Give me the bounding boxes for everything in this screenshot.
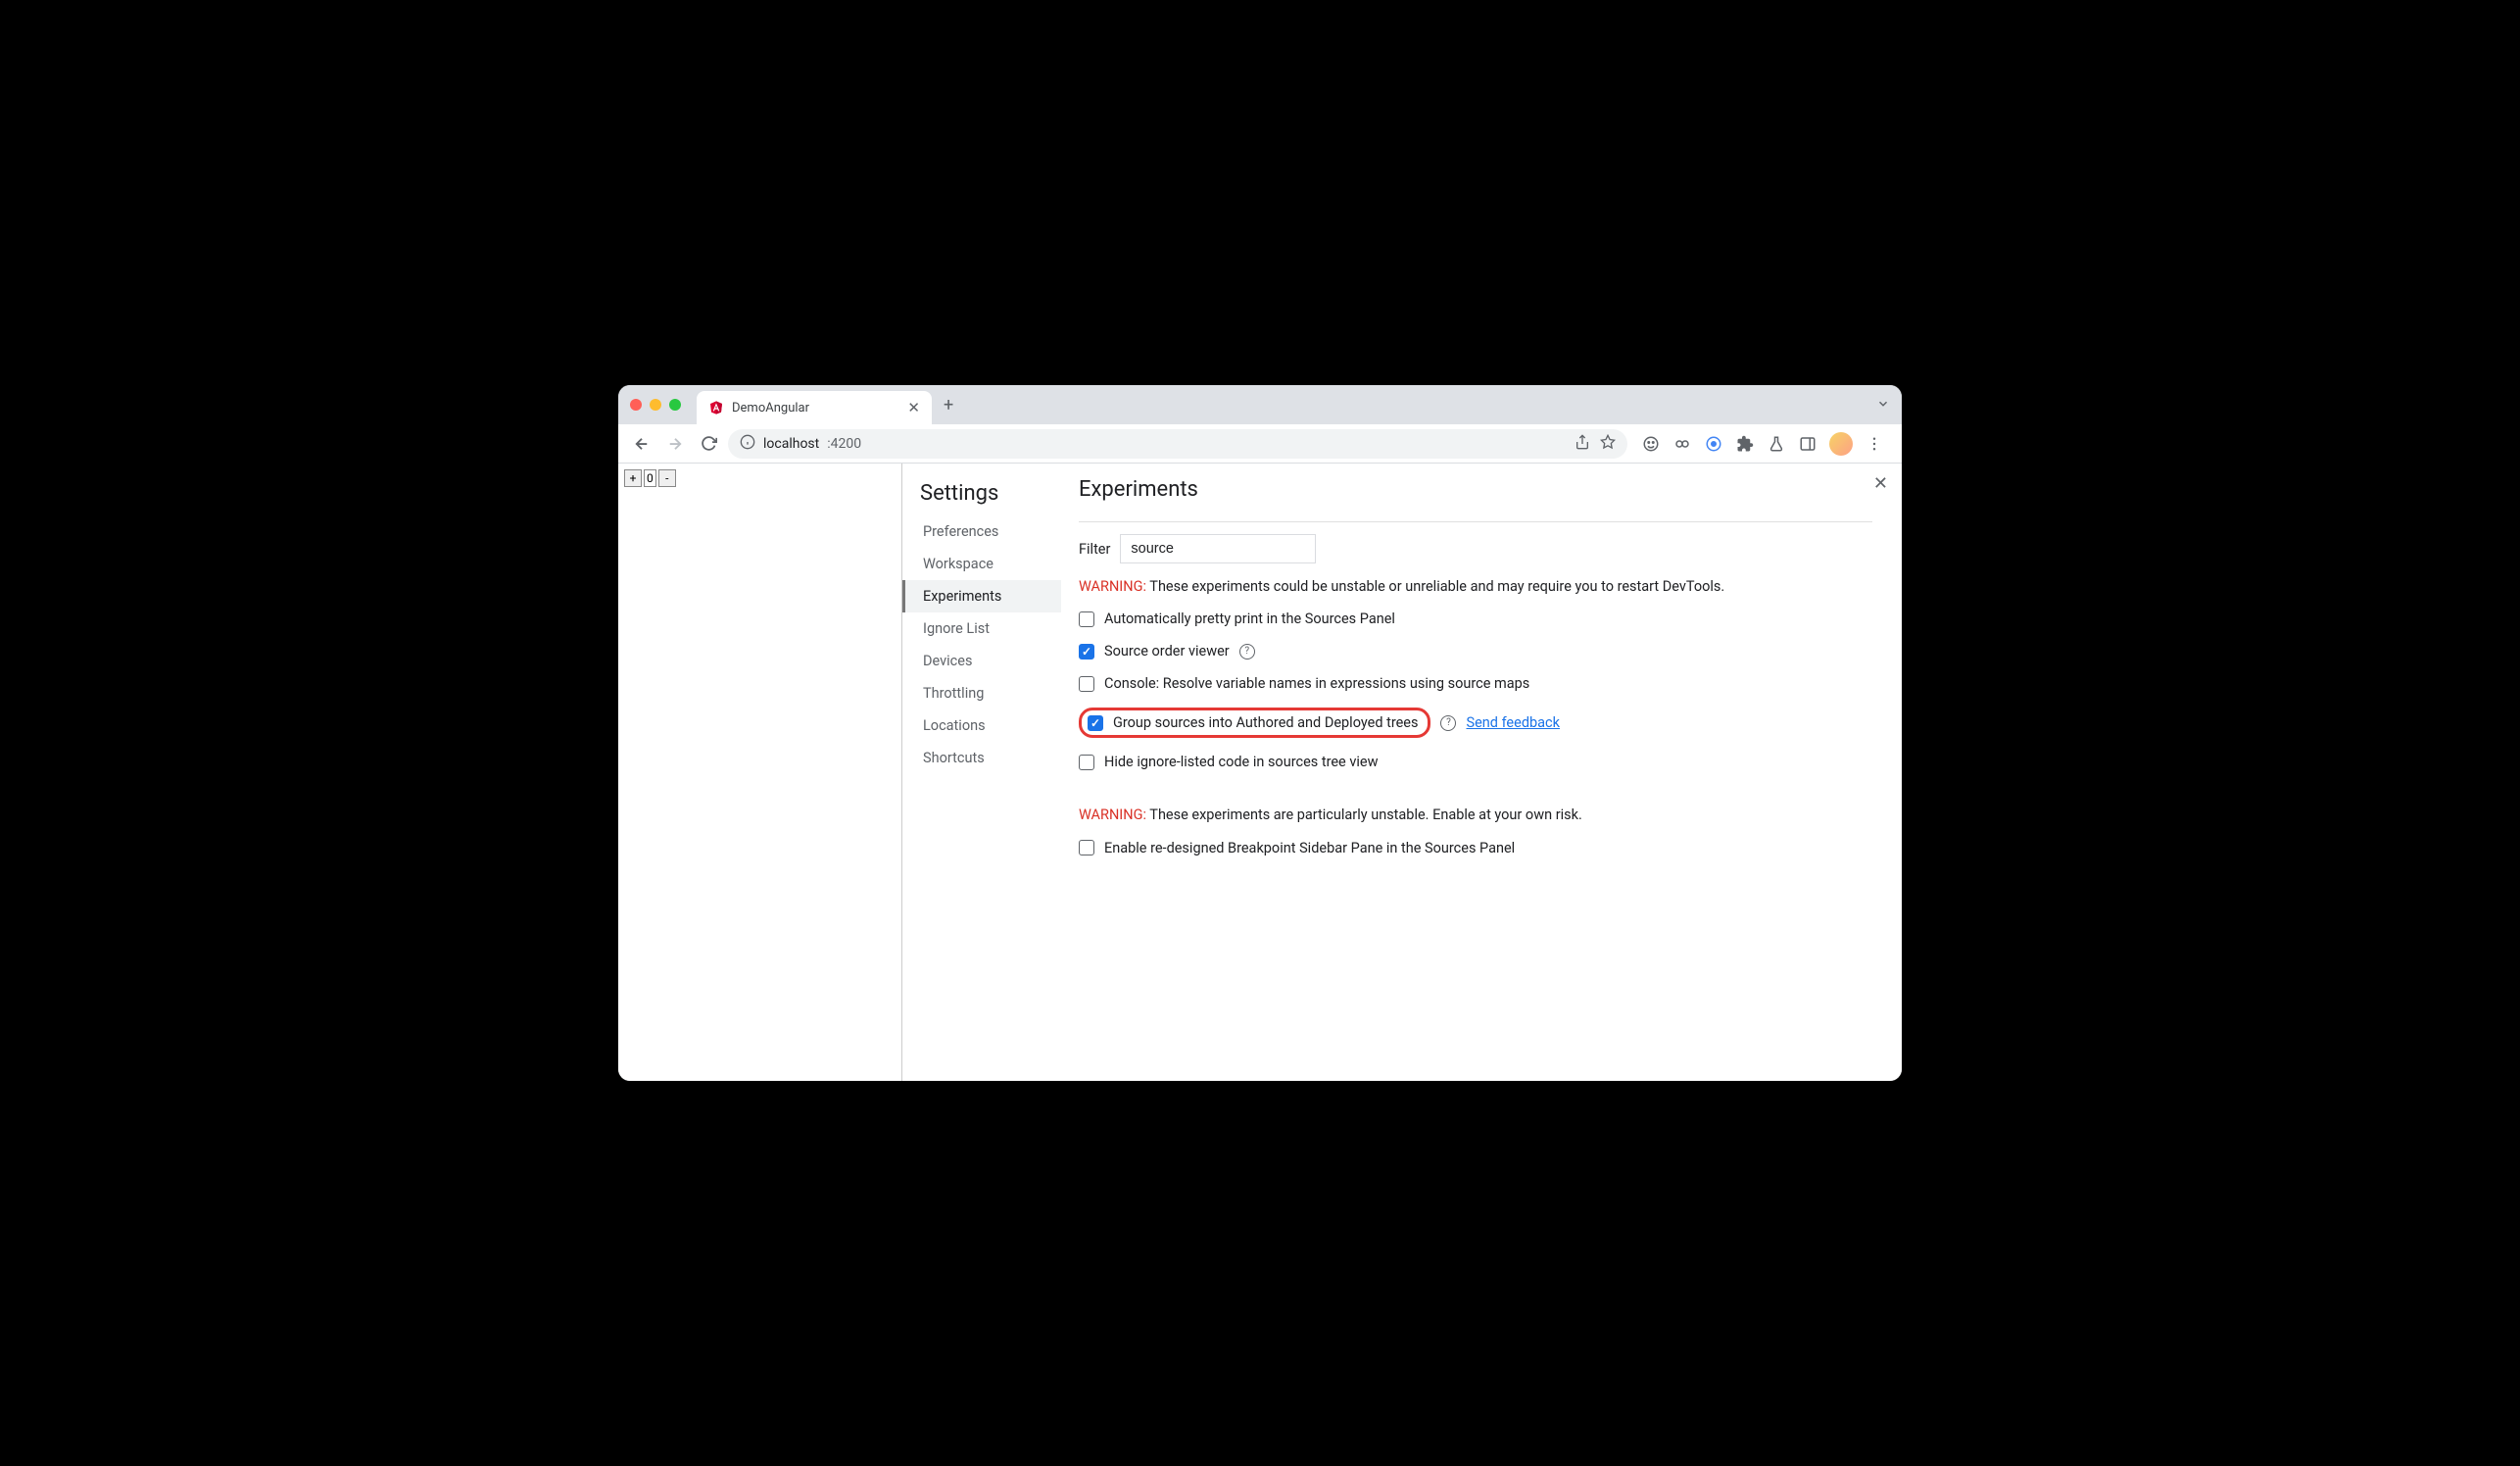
settings-sidebar: Settings Preferences Workspace Experimen… xyxy=(902,464,1061,1081)
url-host: localhost xyxy=(763,436,819,452)
sidebar-item-throttling[interactable]: Throttling xyxy=(902,677,1061,709)
experiment-label: Automatically pretty print in the Source… xyxy=(1104,611,1395,627)
tabs-dropdown-icon[interactable] xyxy=(1876,396,1890,415)
experiment-checkbox[interactable] xyxy=(1088,715,1103,731)
address-bar[interactable]: localhost :4200 xyxy=(728,429,1627,459)
experiment-checkbox[interactable] xyxy=(1079,755,1094,770)
browser-tab[interactable]: DemoAngular ✕ xyxy=(697,391,932,424)
sidebar-item-preferences[interactable]: Preferences xyxy=(902,515,1061,548)
bookmark-icon[interactable] xyxy=(1600,434,1616,454)
sidebar-item-ignore-list[interactable]: Ignore List xyxy=(902,612,1061,645)
sidebar-item-shortcuts[interactable]: Shortcuts xyxy=(902,742,1061,774)
window-controls xyxy=(630,399,681,411)
counter-value: 0 xyxy=(644,469,656,487)
experiment-checkbox[interactable] xyxy=(1079,611,1094,627)
page-content: + 0 - xyxy=(618,464,902,1081)
site-info-icon[interactable] xyxy=(740,434,755,454)
sidebar-item-workspace[interactable]: Workspace xyxy=(902,548,1061,580)
profile-avatar[interactable] xyxy=(1829,432,1853,456)
sidebar-item-locations[interactable]: Locations xyxy=(902,709,1061,742)
experiment-row: Console: Resolve variable names in expre… xyxy=(1079,675,1872,692)
experiment-checkbox[interactable] xyxy=(1079,644,1094,660)
increment-button[interactable]: + xyxy=(624,469,642,487)
extensions-puzzle-icon[interactable] xyxy=(1735,434,1755,454)
filter-label: Filter xyxy=(1079,541,1110,558)
extension-icons xyxy=(1633,432,1892,456)
warning-text-1: WARNING: These experiments could be unst… xyxy=(1079,577,1872,597)
help-icon[interactable]: ? xyxy=(1440,715,1456,731)
experiment-row: Hide ignore-listed code in sources tree … xyxy=(1079,754,1872,770)
experiment-row: Enable re-designed Breakpoint Sidebar Pa… xyxy=(1079,840,1872,856)
experiment-row: Automatically pretty print in the Source… xyxy=(1079,611,1872,627)
experiment-label: Source order viewer xyxy=(1104,643,1230,660)
tab-title: DemoAngular xyxy=(732,401,809,415)
extension-icon-2[interactable] xyxy=(1672,434,1692,454)
kebab-menu-icon[interactable] xyxy=(1865,434,1884,454)
filter-input[interactable] xyxy=(1120,534,1316,563)
sidebar-item-experiments[interactable]: Experiments xyxy=(902,580,1061,612)
send-feedback-link[interactable]: Send feedback xyxy=(1466,714,1559,731)
experiment-row: Source order viewer ? xyxy=(1079,643,1872,660)
devtools-panel: ✕ Settings Preferences Workspace Experim… xyxy=(902,464,1902,1081)
settings-content: Experiments Filter WARNING: These experi… xyxy=(1061,464,1902,1081)
content-area: + 0 - ✕ Settings Preferences Workspace E… xyxy=(618,464,1902,1081)
share-icon[interactable] xyxy=(1575,434,1590,454)
experiment-checkbox[interactable] xyxy=(1079,676,1094,692)
settings-title: Settings xyxy=(902,477,1061,515)
warning-label: WARNING: xyxy=(1079,806,1146,823)
close-window-button[interactable] xyxy=(630,399,642,411)
experiment-label: Console: Resolve variable names in expre… xyxy=(1104,675,1529,692)
experiments-title: Experiments xyxy=(1079,477,1872,502)
minimize-window-button[interactable] xyxy=(650,399,661,411)
maximize-window-button[interactable] xyxy=(669,399,681,411)
new-tab-button[interactable]: + xyxy=(944,395,953,415)
extension-icon-3[interactable] xyxy=(1704,434,1723,454)
warning-text-2: WARNING: These experiments are particula… xyxy=(1079,806,1872,825)
experiment-label: Enable re-designed Breakpoint Sidebar Pa… xyxy=(1104,840,1515,856)
experiment-row-highlighted: Group sources into Authored and Deployed… xyxy=(1079,708,1872,738)
close-tab-icon[interactable]: ✕ xyxy=(907,399,920,416)
experiment-label: Group sources into Authored and Deployed… xyxy=(1113,714,1418,731)
url-port: :4200 xyxy=(827,436,861,452)
forward-button[interactable] xyxy=(661,430,689,458)
experiment-label: Hide ignore-listed code in sources tree … xyxy=(1104,754,1378,770)
labs-flask-icon[interactable] xyxy=(1767,434,1786,454)
browser-toolbar: localhost :4200 xyxy=(618,424,1902,464)
reload-button[interactable] xyxy=(695,430,722,458)
decrement-button[interactable]: - xyxy=(658,469,676,487)
warning-label: WARNING: xyxy=(1079,578,1146,595)
extension-icon-1[interactable] xyxy=(1641,434,1661,454)
back-button[interactable] xyxy=(628,430,655,458)
experiment-checkbox[interactable] xyxy=(1079,840,1094,855)
angular-icon xyxy=(708,400,724,415)
highlight-annotation: Group sources into Authored and Deployed… xyxy=(1079,708,1430,738)
sidebar-item-devices[interactable]: Devices xyxy=(902,645,1061,677)
browser-window: DemoAngular ✕ + localhost :4200 xyxy=(618,385,1902,1081)
help-icon[interactable]: ? xyxy=(1239,644,1255,660)
side-panel-icon[interactable] xyxy=(1798,434,1817,454)
close-settings-icon[interactable]: ✕ xyxy=(1873,473,1888,494)
titlebar: DemoAngular ✕ + xyxy=(618,385,1902,424)
